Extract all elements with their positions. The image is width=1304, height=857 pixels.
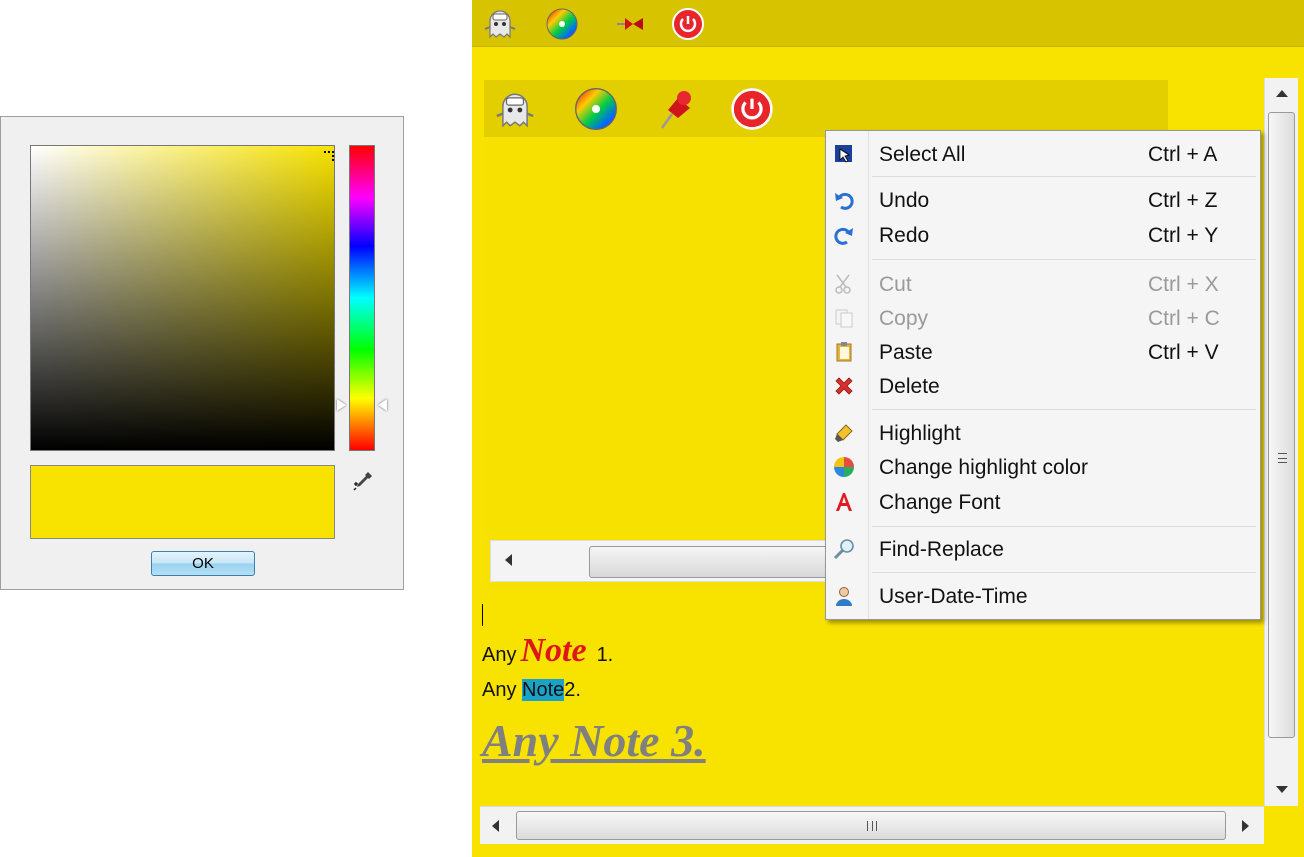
scroll-left-arrow-icon[interactable] (492, 820, 499, 832)
line1-styled-word: Note (520, 632, 587, 669)
user-icon (832, 585, 856, 607)
menu-item-highlight[interactable]: Highlight (826, 417, 1260, 449)
menu-item-undo[interactable]: Undo Ctrl + Z (826, 184, 1260, 216)
font-icon (832, 491, 856, 513)
ok-button[interactable]: OK (151, 551, 255, 576)
menu-item-change-font[interactable]: Change Font (826, 486, 1260, 518)
horizontal-scrollbar[interactable] (480, 806, 1264, 844)
delete-icon (832, 375, 856, 397)
inner-horizontal-scrollbar[interactable] (490, 540, 830, 582)
scissors-icon (832, 273, 856, 295)
inner-toolbar (484, 80, 1168, 137)
menu-item-find-replace[interactable]: Find-Replace (826, 533, 1260, 565)
pin-icon[interactable] (612, 12, 648, 36)
text-caret (482, 604, 483, 626)
scroll-thumb[interactable] (589, 546, 829, 578)
eyedropper-icon[interactable] (351, 469, 375, 493)
menu-item-redo[interactable]: Redo Ctrl + Y (826, 219, 1260, 251)
menu-separator (872, 176, 1256, 177)
color-preview-swatch (30, 465, 335, 539)
power-icon[interactable] (670, 6, 706, 42)
menu-item-user-date-time[interactable]: User-Date-Time (826, 580, 1260, 612)
menu-separator (872, 526, 1256, 527)
paste-icon (832, 341, 856, 363)
pushpin-icon[interactable] (652, 85, 696, 133)
menu-item-cut[interactable]: Cut Ctrl + X (826, 268, 1260, 300)
undo-icon (832, 189, 856, 211)
scroll-right-arrow-icon[interactable] (1242, 820, 1249, 832)
note-line-1[interactable]: Any Note 1. (482, 632, 613, 672)
scroll-up-arrow-icon[interactable] (1276, 90, 1288, 97)
copy-icon (832, 307, 856, 329)
scroll-down-arrow-icon[interactable] (1276, 786, 1288, 793)
color-wheel-icon[interactable] (544, 6, 580, 42)
ghost-icon[interactable] (480, 6, 520, 42)
vertical-scroll-thumb[interactable] (1268, 112, 1295, 738)
color-picker-dialog: OK (0, 116, 404, 590)
line2-suffix: 2. (564, 679, 581, 701)
vertical-scrollbar[interactable] (1264, 78, 1298, 806)
line2-prefix: Any (482, 679, 517, 701)
menu-item-select-all[interactable]: Select All Ctrl + A (826, 138, 1260, 170)
line1-prefix: Any (482, 644, 517, 666)
top-toolbar (472, 0, 1304, 47)
menu-item-delete[interactable]: Delete (826, 370, 1260, 402)
note-line-3[interactable]: Any Note 3. (482, 714, 706, 767)
menu-item-paste[interactable]: Paste Ctrl + V (826, 336, 1260, 368)
scroll-left-arrow-icon[interactable] (505, 554, 512, 566)
select-all-icon (832, 143, 856, 165)
hue-slider[interactable] (349, 145, 375, 451)
hue-slider-right-arrow[interactable] (378, 399, 387, 411)
color-selector-marker[interactable] (324, 151, 334, 161)
horizontal-scroll-thumb[interactable] (516, 811, 1226, 840)
ghost-icon[interactable] (492, 88, 538, 132)
color-palette-icon (832, 456, 856, 478)
line2-highlighted-word: Note (522, 679, 565, 701)
grip-icon (867, 821, 877, 831)
grip-icon (1278, 453, 1287, 463)
redo-icon (832, 224, 856, 246)
highlighter-icon (832, 422, 856, 444)
note-line-2[interactable]: Any Note2. (482, 679, 581, 702)
menu-item-change-highlight-color[interactable]: Change highlight color (826, 451, 1260, 483)
menu-separator (872, 259, 1256, 260)
power-icon[interactable] (728, 85, 776, 133)
menu-item-copy[interactable]: Copy Ctrl + C (826, 302, 1260, 334)
hue-slider-left-arrow[interactable] (337, 399, 346, 411)
menu-separator (872, 572, 1256, 573)
color-wheel-icon[interactable] (572, 85, 620, 133)
line1-suffix: 1. (596, 644, 614, 666)
magnifier-icon (832, 538, 856, 560)
context-menu: Select All Ctrl + A Undo Ctrl + Z Redo C… (825, 130, 1261, 620)
saturation-value-field[interactable] (30, 145, 335, 451)
menu-separator (872, 409, 1256, 410)
